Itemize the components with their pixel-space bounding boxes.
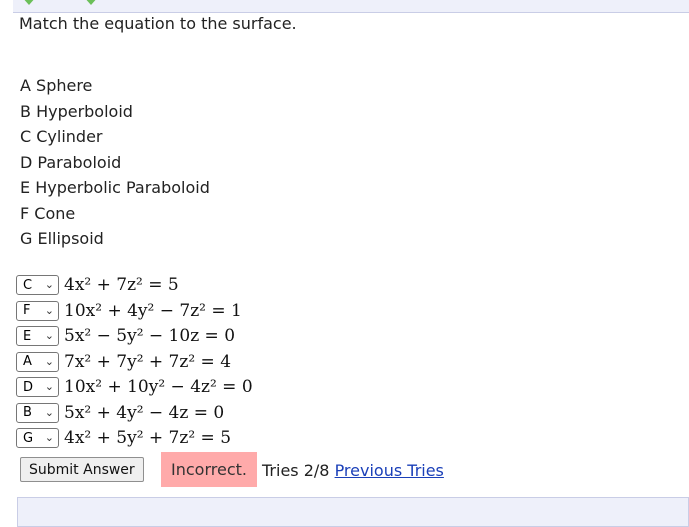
equation-row: C ⌄ 4x² + 7z² = 5	[16, 274, 179, 296]
surface-choices-list: A Sphere B Hyperboloid C Cylinder D Para…	[20, 76, 210, 255]
equation-row: B ⌄ 5x² + 4y² − 4z = 0	[16, 402, 224, 424]
equation-row: D ⌄ 10x² + 10y² − 4z² = 0	[16, 376, 253, 398]
chevron-down-icon: ⌄	[44, 303, 54, 317]
answer-select[interactable]: C ⌄	[16, 275, 59, 295]
submit-answer-button[interactable]: Submit Answer	[20, 457, 144, 482]
equation-text: 7x² + 7y² + 7z² = 4	[64, 351, 232, 372]
answer-select-value: E	[23, 328, 32, 344]
choice-item: D Paraboloid	[20, 152, 122, 172]
equation-text: 10x² + 4y² − 7z² = 1	[64, 300, 242, 321]
tries-count: Tries 2/8	[262, 461, 330, 480]
chevron-down-icon: ⌄	[44, 278, 54, 291]
chevron-down-icon: ⌄	[44, 431, 54, 444]
header-strip	[13, 0, 689, 13]
previous-tries-link[interactable]: Previous Tries	[335, 461, 444, 480]
answer-select-value: F	[23, 303, 31, 318]
equation-row: G ⌄ 4x² + 5y² + 7z² = 5	[16, 427, 231, 449]
question-prompt: Match the equation to the surface.	[19, 14, 297, 33]
answer-select[interactable]: F ⌄	[16, 300, 59, 321]
equation-row: A ⌄ 7x² + 7y² + 7z² = 4	[16, 351, 231, 373]
choice-item: E Hyperbolic Paraboloid	[20, 178, 210, 197]
answer-select[interactable]: E ⌄	[16, 326, 59, 346]
equation-text: 4x² + 5y² + 7z² = 5	[64, 428, 232, 448]
equation-row: F ⌄ 10x² + 4y² − 7z² = 1	[16, 300, 242, 322]
choice-item: F Cone	[20, 203, 76, 223]
equation-text: 4x² + 7z² = 5	[64, 275, 179, 295]
answer-select-value: D	[23, 379, 34, 395]
equation-text: 5x² − 5y² − 10z = 0	[64, 326, 236, 346]
equation-text: 10x² + 10y² − 4z² = 0	[64, 377, 253, 397]
chevron-down-icon: ⌄	[44, 405, 54, 419]
choice-item: B Hyperboloid	[20, 101, 133, 121]
answer-select-value: B	[23, 405, 32, 420]
equation-text: 5x² + 4y² − 4z = 0	[64, 402, 225, 423]
answer-select[interactable]: G ⌄	[16, 428, 59, 448]
chevron-down-icon: ⌄	[44, 329, 54, 342]
answer-select[interactable]: B ⌄	[16, 402, 59, 423]
equation-row: E ⌄ 5x² − 5y² − 10z = 0	[16, 325, 235, 347]
chevron-down-icon: ⌄	[44, 354, 54, 368]
status-badge: Incorrect.	[161, 452, 257, 487]
choice-item: C Cylinder	[20, 127, 103, 146]
answer-select[interactable]: A ⌄	[16, 351, 59, 372]
nav-arrow-icon[interactable]	[21, 0, 37, 5]
chevron-down-icon: ⌄	[44, 380, 54, 393]
choice-item: A Sphere	[20, 76, 93, 95]
answer-select-value: G	[23, 430, 34, 446]
tries-info: Tries 2/8 Previous Tries	[262, 461, 444, 480]
choice-item: G Ellipsoid	[20, 229, 104, 248]
answer-select-value: A	[23, 354, 32, 369]
next-question-panel	[17, 497, 689, 527]
answer-select-value: C	[23, 277, 33, 293]
answer-select[interactable]: D ⌄	[16, 377, 59, 397]
nav-arrow-icon[interactable]	[83, 0, 99, 5]
